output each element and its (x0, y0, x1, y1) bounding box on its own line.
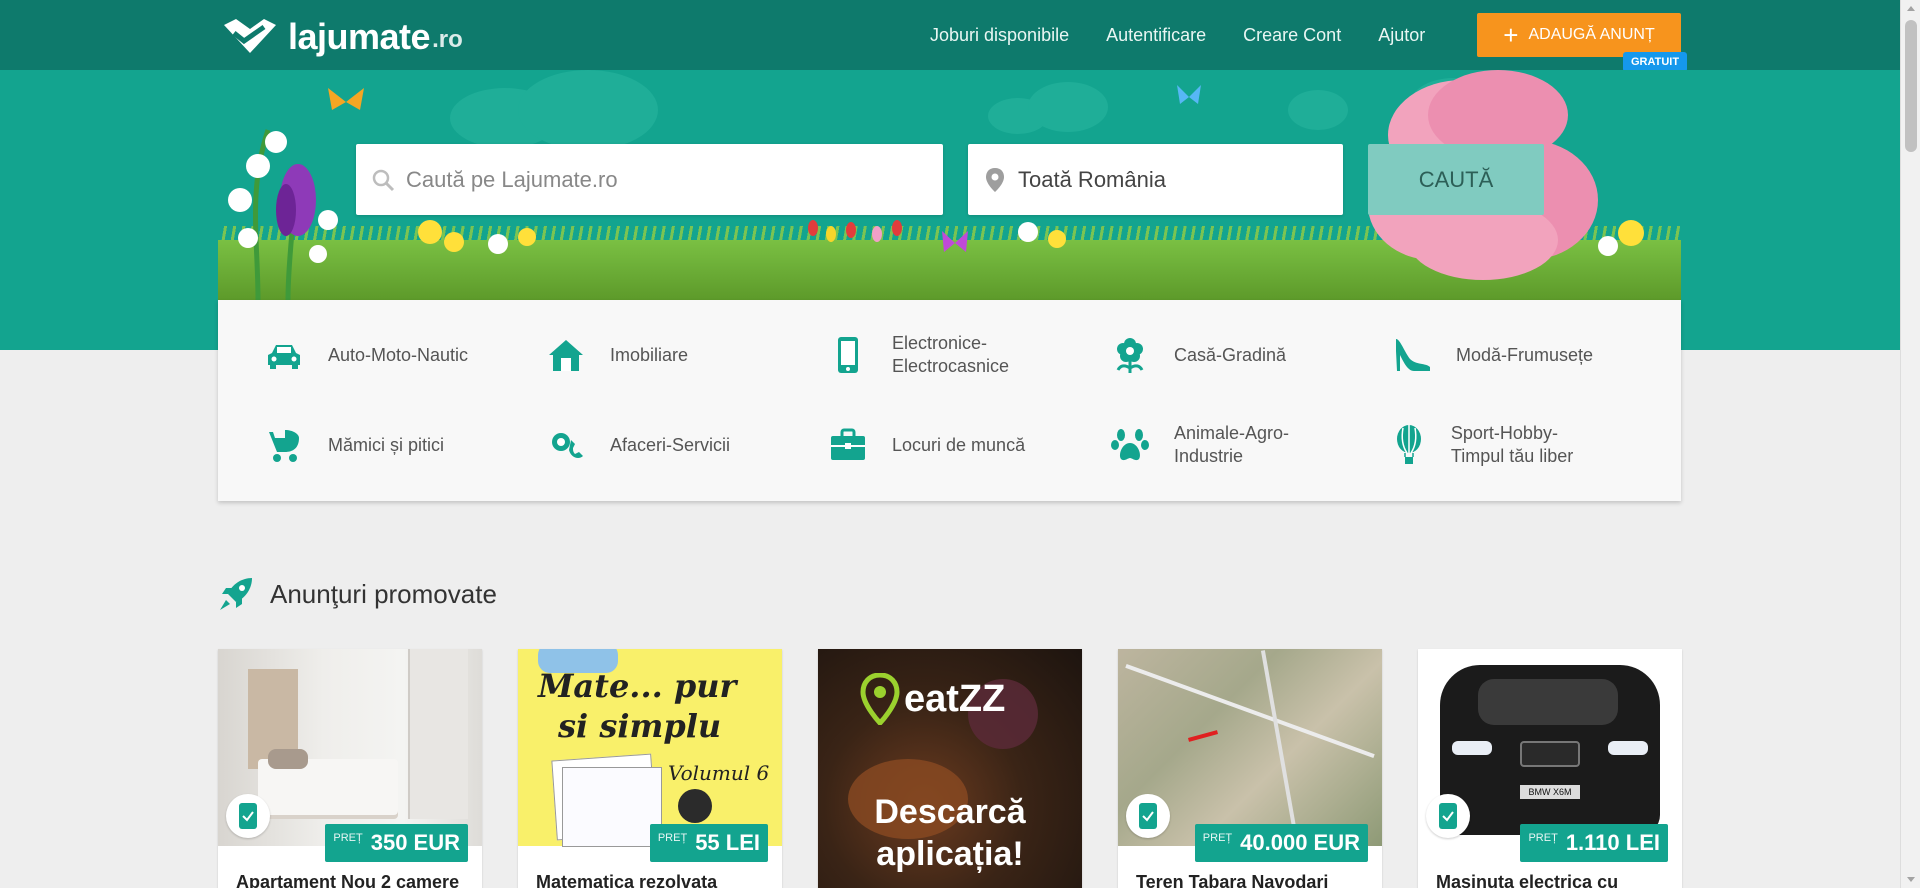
category-label: Modă-Frumusețe (1456, 344, 1594, 365)
house-icon (546, 335, 586, 375)
category-animale-agro[interactable]: Animale-Agro-Industrie (1064, 415, 1326, 475)
category-label: Sport-Hobby-Timpul tău liber (1450, 423, 1574, 466)
nav-joburi[interactable]: Joburi disponibile (930, 25, 1069, 46)
category-mamici-pitici[interactable]: Mămici și pitici (218, 415, 480, 475)
listing-image: Mate... pur si simplu Volumul 6 (518, 649, 782, 847)
eatzz-brand: eatZZ (904, 677, 1006, 720)
price-tag: PREȚ 55 LEI (649, 824, 768, 862)
logo-heart-icon (224, 19, 276, 53)
location-pin-icon (982, 167, 1008, 193)
location-pin-icon (860, 673, 900, 725)
promoted-section-header: Anunţuri promovate (218, 576, 497, 612)
search-input[interactable] (396, 166, 943, 193)
price-value: 1.110 LEI (1565, 830, 1660, 855)
listing-title: Apartament Nou 2 camere (236, 872, 460, 888)
nav-ajutor[interactable]: Ajutor (1378, 25, 1425, 46)
price-tag: PREȚ 1.110 LEI (1520, 824, 1668, 862)
category-sport-hobby[interactable]: Sport-Hobby-Timpul tău liber (1346, 415, 1608, 475)
heel-icon (1392, 335, 1432, 375)
crocus-illustration (228, 129, 338, 300)
rocket-icon (220, 578, 252, 610)
price-tag: PREȚ 350 EUR (325, 824, 468, 862)
category-label: Casă-Gradină (1174, 344, 1287, 365)
logo-tld: .ro (432, 26, 463, 53)
mobile-listing-icon (1426, 794, 1470, 838)
category-moda[interactable]: Modă-Frumusețe (1346, 325, 1608, 385)
location-input[interactable] (1008, 166, 1343, 193)
search-button[interactable]: CAUTĂ (1368, 144, 1544, 215)
category-label: Auto-Moto-Nautic (328, 344, 469, 365)
paw-icon (1110, 425, 1150, 465)
listing-title: Teren Tabara Navodari (1136, 872, 1329, 888)
phone-icon (828, 335, 868, 375)
site-logo[interactable]: lajumate .ro (218, 12, 463, 62)
price-value: 55 LEI (695, 830, 760, 855)
mobile-listing-icon (226, 794, 270, 838)
categories-panel: Auto-Moto-Nautic Imobiliare Electronice-… (218, 300, 1681, 501)
category-afaceri-servicii[interactable]: Afaceri-Servicii (500, 415, 762, 475)
price-label: PREȚ (1528, 832, 1558, 844)
banner-line2: aplicația! (876, 835, 1024, 873)
listing-title: Matematica rezolvata (536, 872, 718, 888)
price-value: 40.000 EUR (1240, 830, 1360, 855)
mobile-listing-icon (1126, 794, 1170, 838)
main-nav: Joburi disponibile Autentificare Creare … (930, 0, 1462, 70)
gear-phone-icon (546, 425, 586, 465)
promoted-card-teren[interactable]: PREȚ 40.000 EUR Teren Tabara Navodari (1118, 649, 1382, 888)
book-cover-line2: si simplu (558, 707, 722, 745)
search-icon (370, 167, 396, 193)
eatzz-app-banner[interactable]: eatZZ Descarcă aplicația! (818, 649, 1082, 888)
category-label: Imobiliare (610, 344, 689, 365)
promoted-card-matematica[interactable]: Mate... pur si simplu Volumul 6 PREȚ 55 L… (518, 649, 782, 888)
category-label: Electronice-Electrocasnice (892, 333, 1010, 376)
stroller-icon (264, 425, 304, 465)
page-scrollbar[interactable] (1900, 0, 1920, 888)
category-label: Locuri de muncă (892, 434, 1026, 455)
promoted-title: Anunţuri promovate (270, 578, 497, 609)
category-label: Mămici și pitici (328, 434, 445, 455)
scroll-thumb[interactable] (1905, 20, 1917, 152)
price-value: 350 EUR (370, 830, 460, 855)
book-cover-volume: Volumul 6 (668, 761, 770, 785)
flower-icon (1110, 335, 1150, 375)
price-label: PREȚ (657, 832, 688, 844)
promoted-card-masinuta[interactable]: BMW X6M PREȚ 1.110 LEI Masinuta electrica… (1418, 649, 1682, 888)
scroll-down-arrow-icon[interactable] (1907, 877, 1915, 882)
location-field[interactable] (968, 144, 1343, 215)
search-field[interactable] (356, 144, 943, 215)
butterfly-purple (942, 231, 968, 252)
category-label: Afaceri-Servicii (610, 434, 731, 455)
top-navbar: lajumate .ro Joburi disponibile Autentif… (0, 0, 1920, 72)
category-label: Animale-Agro-Industrie (1174, 423, 1290, 466)
listing-title: Masinuta electrica cu (1436, 872, 1619, 888)
balloon-icon (1392, 425, 1427, 465)
price-tag: PREȚ 40.000 EUR (1194, 824, 1368, 862)
price-label: PREȚ (1202, 832, 1233, 844)
add-listing-button[interactable]: + ADAUGĂ ANUNȚ (1477, 13, 1681, 57)
toy-car-plate: BMW X6M (1520, 785, 1580, 799)
free-badge: GRATUIT (1623, 52, 1688, 72)
nav-autentificare[interactable]: Autentificare (1106, 25, 1206, 46)
book-cover-line1: Mate... pur (538, 667, 737, 705)
briefcase-icon (828, 425, 868, 465)
add-listing-label: ADAUGĂ ANUNȚ (1528, 26, 1655, 43)
car-icon (264, 335, 304, 375)
nav-creare-cont[interactable]: Creare Cont (1243, 25, 1341, 46)
category-auto-moto-nautic[interactable]: Auto-Moto-Nautic (218, 325, 480, 385)
butterfly-yellow (328, 88, 364, 110)
logo-text: lajumate (288, 16, 431, 57)
category-casa-gradina[interactable]: Casă-Gradină (1064, 325, 1326, 385)
category-imobiliare[interactable]: Imobiliare (500, 325, 762, 385)
promoted-card-apartament[interactable]: PREȚ 350 EUR Apartament Nou 2 camere (218, 649, 482, 888)
banner-line1: Descarcă (874, 793, 1026, 831)
price-label: PREȚ (333, 832, 363, 844)
plus-icon: + (1503, 20, 1519, 50)
eatzz-logo: eatZZ (860, 673, 1005, 725)
scroll-up-arrow-icon[interactable] (1907, 6, 1915, 11)
category-electronice[interactable]: Electronice-Electrocasnice (782, 325, 1044, 385)
category-locuri-munca[interactable]: Locuri de muncă (782, 415, 1044, 475)
butterfly-blue (1177, 85, 1201, 104)
